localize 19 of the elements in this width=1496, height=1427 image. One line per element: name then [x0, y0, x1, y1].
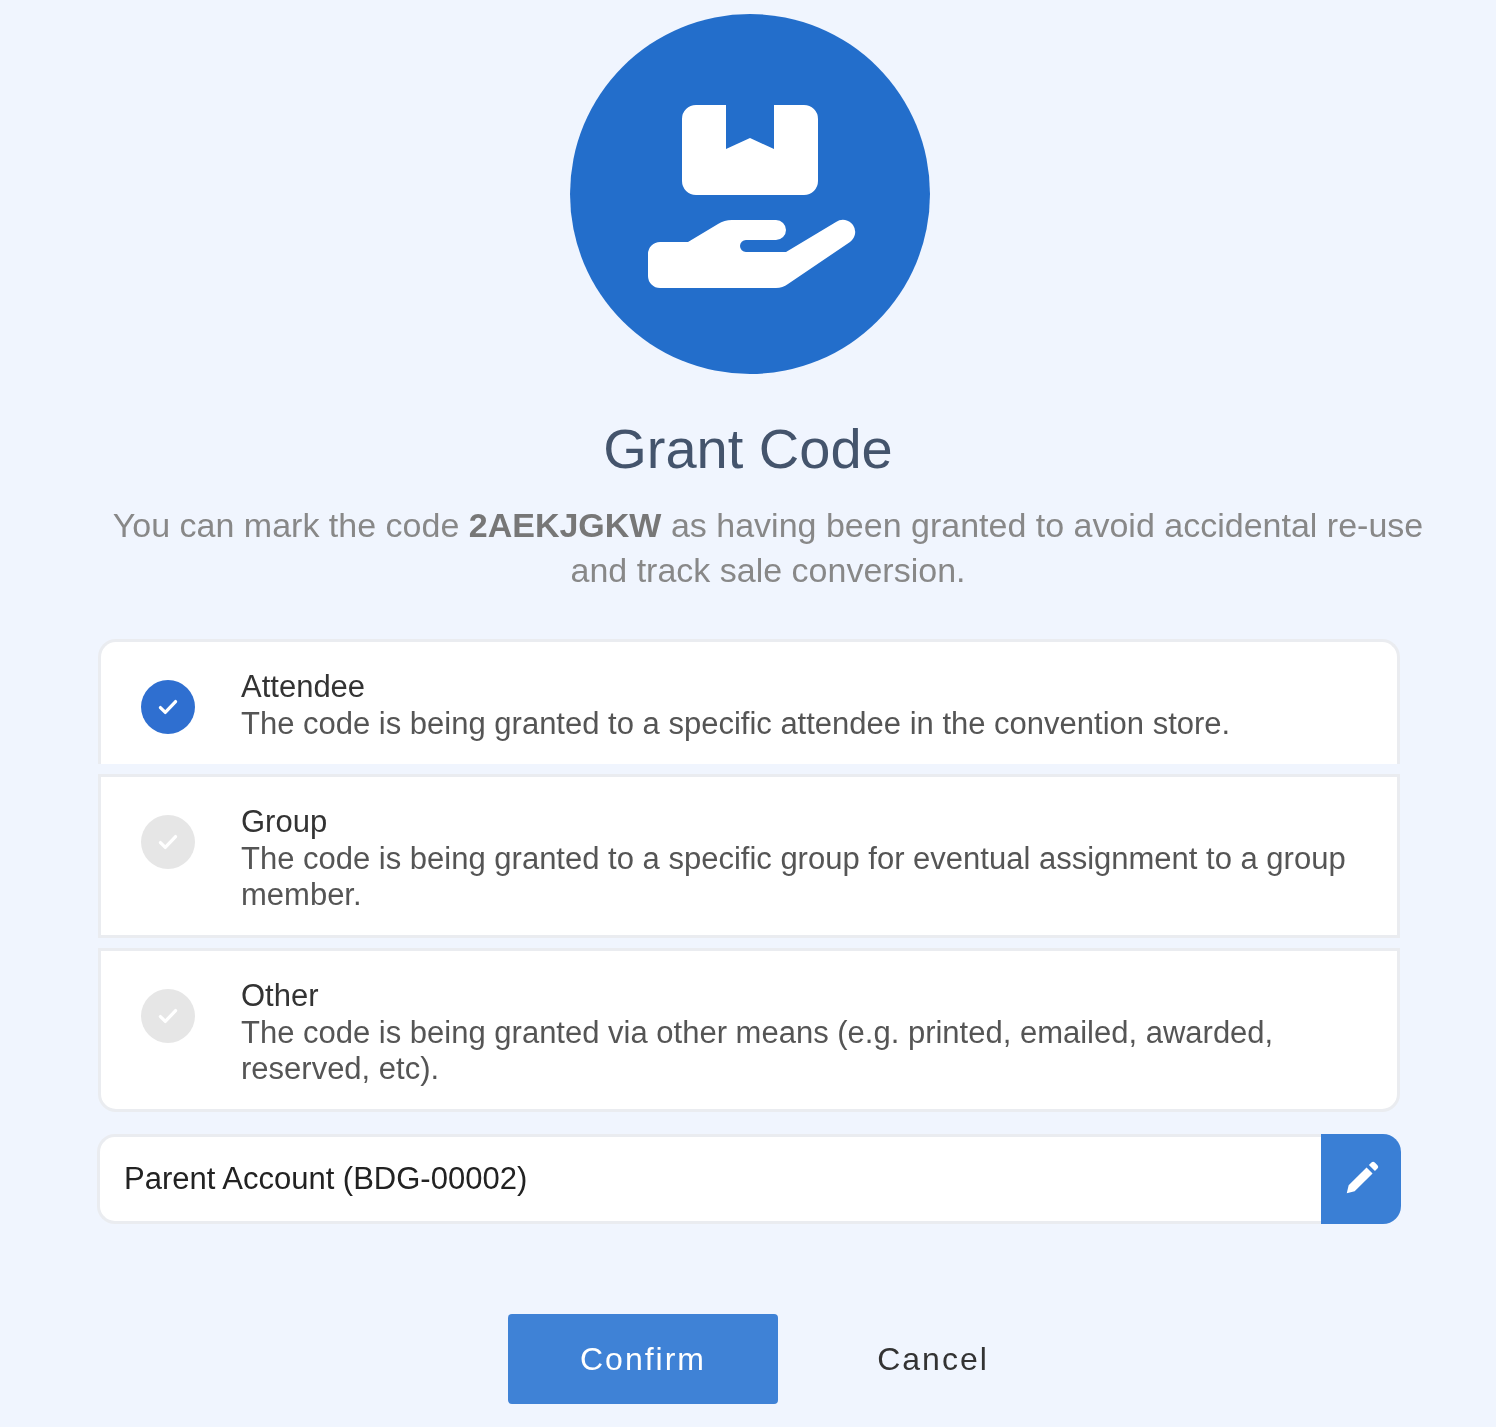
account-field[interactable]: Parent Account (BDG-00002)	[97, 1134, 1321, 1224]
option-title: Attendee	[241, 668, 367, 706]
hand-package-icon	[570, 14, 930, 374]
option-description: The code is being granted via other means (e.g. printed, emailed, awarded, reserved, etc).	[241, 1015, 1275, 1087]
option-title: Group	[241, 803, 329, 841]
option-card[interactable]: Other The code is being granted via other means (e.g. printed, emailed, awarded, reserved, etc).	[98, 948, 1400, 1112]
option-card[interactable]: Group The code is being granted to a specific group for eventual assignment to a group member.	[98, 774, 1400, 938]
option-title: Other	[241, 977, 320, 1015]
check-icon[interactable]	[141, 815, 195, 869]
option-description: The code is being granted to a specific attendee in the convention store.	[241, 706, 1231, 742]
check-icon[interactable]	[141, 989, 195, 1043]
option-description: The code is being granted to a specific group for eventual assignment to a group member.	[241, 841, 1347, 913]
option-card[interactable]: Attendee The code is being granted to a specific attendee in the convention store.	[98, 639, 1400, 764]
dialog-title: Grant Code	[603, 416, 893, 481]
dialog-description: You can mark the code 2AEKJGKW as having been granted to avoid accidental re-use and track sale conversion.	[111, 505, 1425, 591]
check-icon[interactable]	[141, 680, 195, 734]
edit-button[interactable]	[1321, 1134, 1401, 1224]
confirm-button[interactable]: Confirm	[508, 1314, 778, 1404]
cancel-button[interactable]: Cancel	[828, 1314, 1038, 1404]
